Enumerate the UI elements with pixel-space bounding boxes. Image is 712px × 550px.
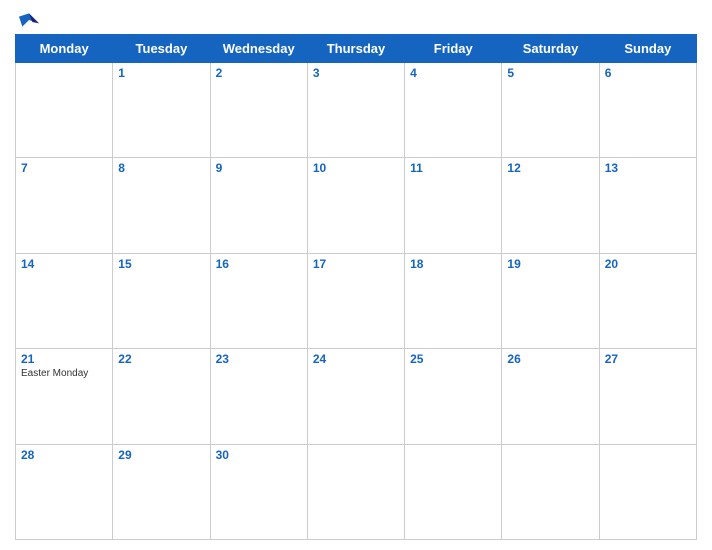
weekday-header-friday: Friday xyxy=(405,35,502,63)
day-number: 13 xyxy=(605,161,691,175)
calendar-week-1: 123456 xyxy=(16,63,697,158)
logo-icon xyxy=(15,10,43,30)
day-number: 20 xyxy=(605,257,691,271)
weekday-header-wednesday: Wednesday xyxy=(210,35,307,63)
weekday-header-saturday: Saturday xyxy=(502,35,599,63)
calendar-day-cell: 12 xyxy=(502,158,599,253)
holiday-label: Easter Monday xyxy=(21,368,107,379)
calendar-day-cell: 2 xyxy=(210,63,307,158)
day-number: 27 xyxy=(605,352,691,366)
day-number: 15 xyxy=(118,257,204,271)
day-number: 14 xyxy=(21,257,107,271)
day-number: 3 xyxy=(313,66,399,80)
day-number: 2 xyxy=(216,66,302,80)
calendar-body: 123456789101112131415161718192021Easter … xyxy=(16,63,697,540)
calendar-day-cell xyxy=(307,444,404,539)
calendar-day-cell: 19 xyxy=(502,253,599,348)
calendar-day-cell: 29 xyxy=(113,444,210,539)
calendar-day-cell: 13 xyxy=(599,158,696,253)
calendar-day-cell: 6 xyxy=(599,63,696,158)
calendar-day-cell: 20 xyxy=(599,253,696,348)
day-number: 18 xyxy=(410,257,496,271)
day-number: 29 xyxy=(118,448,204,462)
weekday-header-tuesday: Tuesday xyxy=(113,35,210,63)
calendar-day-cell: 5 xyxy=(502,63,599,158)
calendar-day-cell: 3 xyxy=(307,63,404,158)
day-number: 11 xyxy=(410,161,496,175)
day-number: 22 xyxy=(118,352,204,366)
calendar-day-cell: 10 xyxy=(307,158,404,253)
day-number: 21 xyxy=(21,352,107,366)
weekday-header-thursday: Thursday xyxy=(307,35,404,63)
weekday-header-monday: Monday xyxy=(16,35,113,63)
day-number: 19 xyxy=(507,257,593,271)
day-number: 8 xyxy=(118,161,204,175)
calendar-day-cell: 9 xyxy=(210,158,307,253)
calendar-day-cell: 26 xyxy=(502,349,599,444)
day-number: 1 xyxy=(118,66,204,80)
calendar-day-cell: 1 xyxy=(113,63,210,158)
calendar-day-cell: 30 xyxy=(210,444,307,539)
day-number: 24 xyxy=(313,352,399,366)
logo xyxy=(15,10,47,30)
calendar-day-cell: 22 xyxy=(113,349,210,444)
day-number: 30 xyxy=(216,448,302,462)
calendar-day-cell: 8 xyxy=(113,158,210,253)
calendar-day-cell: 4 xyxy=(405,63,502,158)
calendar-day-cell xyxy=(599,444,696,539)
calendar-day-cell: 16 xyxy=(210,253,307,348)
day-number: 7 xyxy=(21,161,107,175)
calendar-day-cell: 17 xyxy=(307,253,404,348)
calendar-day-cell xyxy=(502,444,599,539)
day-number: 28 xyxy=(21,448,107,462)
day-number: 10 xyxy=(313,161,399,175)
calendar-day-cell: 23 xyxy=(210,349,307,444)
calendar-day-cell: 15 xyxy=(113,253,210,348)
calendar-day-cell xyxy=(16,63,113,158)
weekday-header-sunday: Sunday xyxy=(599,35,696,63)
calendar-week-3: 14 15 16 17 18 19 20 xyxy=(16,253,697,348)
calendar-day-cell: 28 xyxy=(16,444,113,539)
top-bar xyxy=(15,10,697,30)
calendar-table: MondayTuesdayWednesdayThursdayFridaySatu… xyxy=(15,34,697,540)
calendar-week-4: 21 Easter Monday 22 23 24 25 26 27 xyxy=(16,349,697,444)
day-number: 25 xyxy=(410,352,496,366)
day-number: 9 xyxy=(216,161,302,175)
calendar-day-cell: 7 xyxy=(16,158,113,253)
day-number: 23 xyxy=(216,352,302,366)
calendar-header: MondayTuesdayWednesdayThursdayFridaySatu… xyxy=(16,35,697,63)
day-number: 16 xyxy=(216,257,302,271)
calendar-week-5: 28 29 30 xyxy=(16,444,697,539)
calendar-day-cell: 24 xyxy=(307,349,404,444)
calendar-day-cell: 25 xyxy=(405,349,502,444)
calendar-day-cell: 27 xyxy=(599,349,696,444)
weekday-header-row: MondayTuesdayWednesdayThursdayFridaySatu… xyxy=(16,35,697,63)
day-number: 5 xyxy=(507,66,593,80)
calendar-day-cell: 21 Easter Monday xyxy=(16,349,113,444)
calendar-week-2: 789 10 11 12 13 xyxy=(16,158,697,253)
day-number: 26 xyxy=(507,352,593,366)
day-number: 4 xyxy=(410,66,496,80)
calendar-day-cell: 14 xyxy=(16,253,113,348)
calendar-day-cell: 18 xyxy=(405,253,502,348)
calendar-day-cell: 11 xyxy=(405,158,502,253)
day-number: 17 xyxy=(313,257,399,271)
day-number: 12 xyxy=(507,161,593,175)
day-number: 6 xyxy=(605,66,691,80)
calendar-day-cell xyxy=(405,444,502,539)
